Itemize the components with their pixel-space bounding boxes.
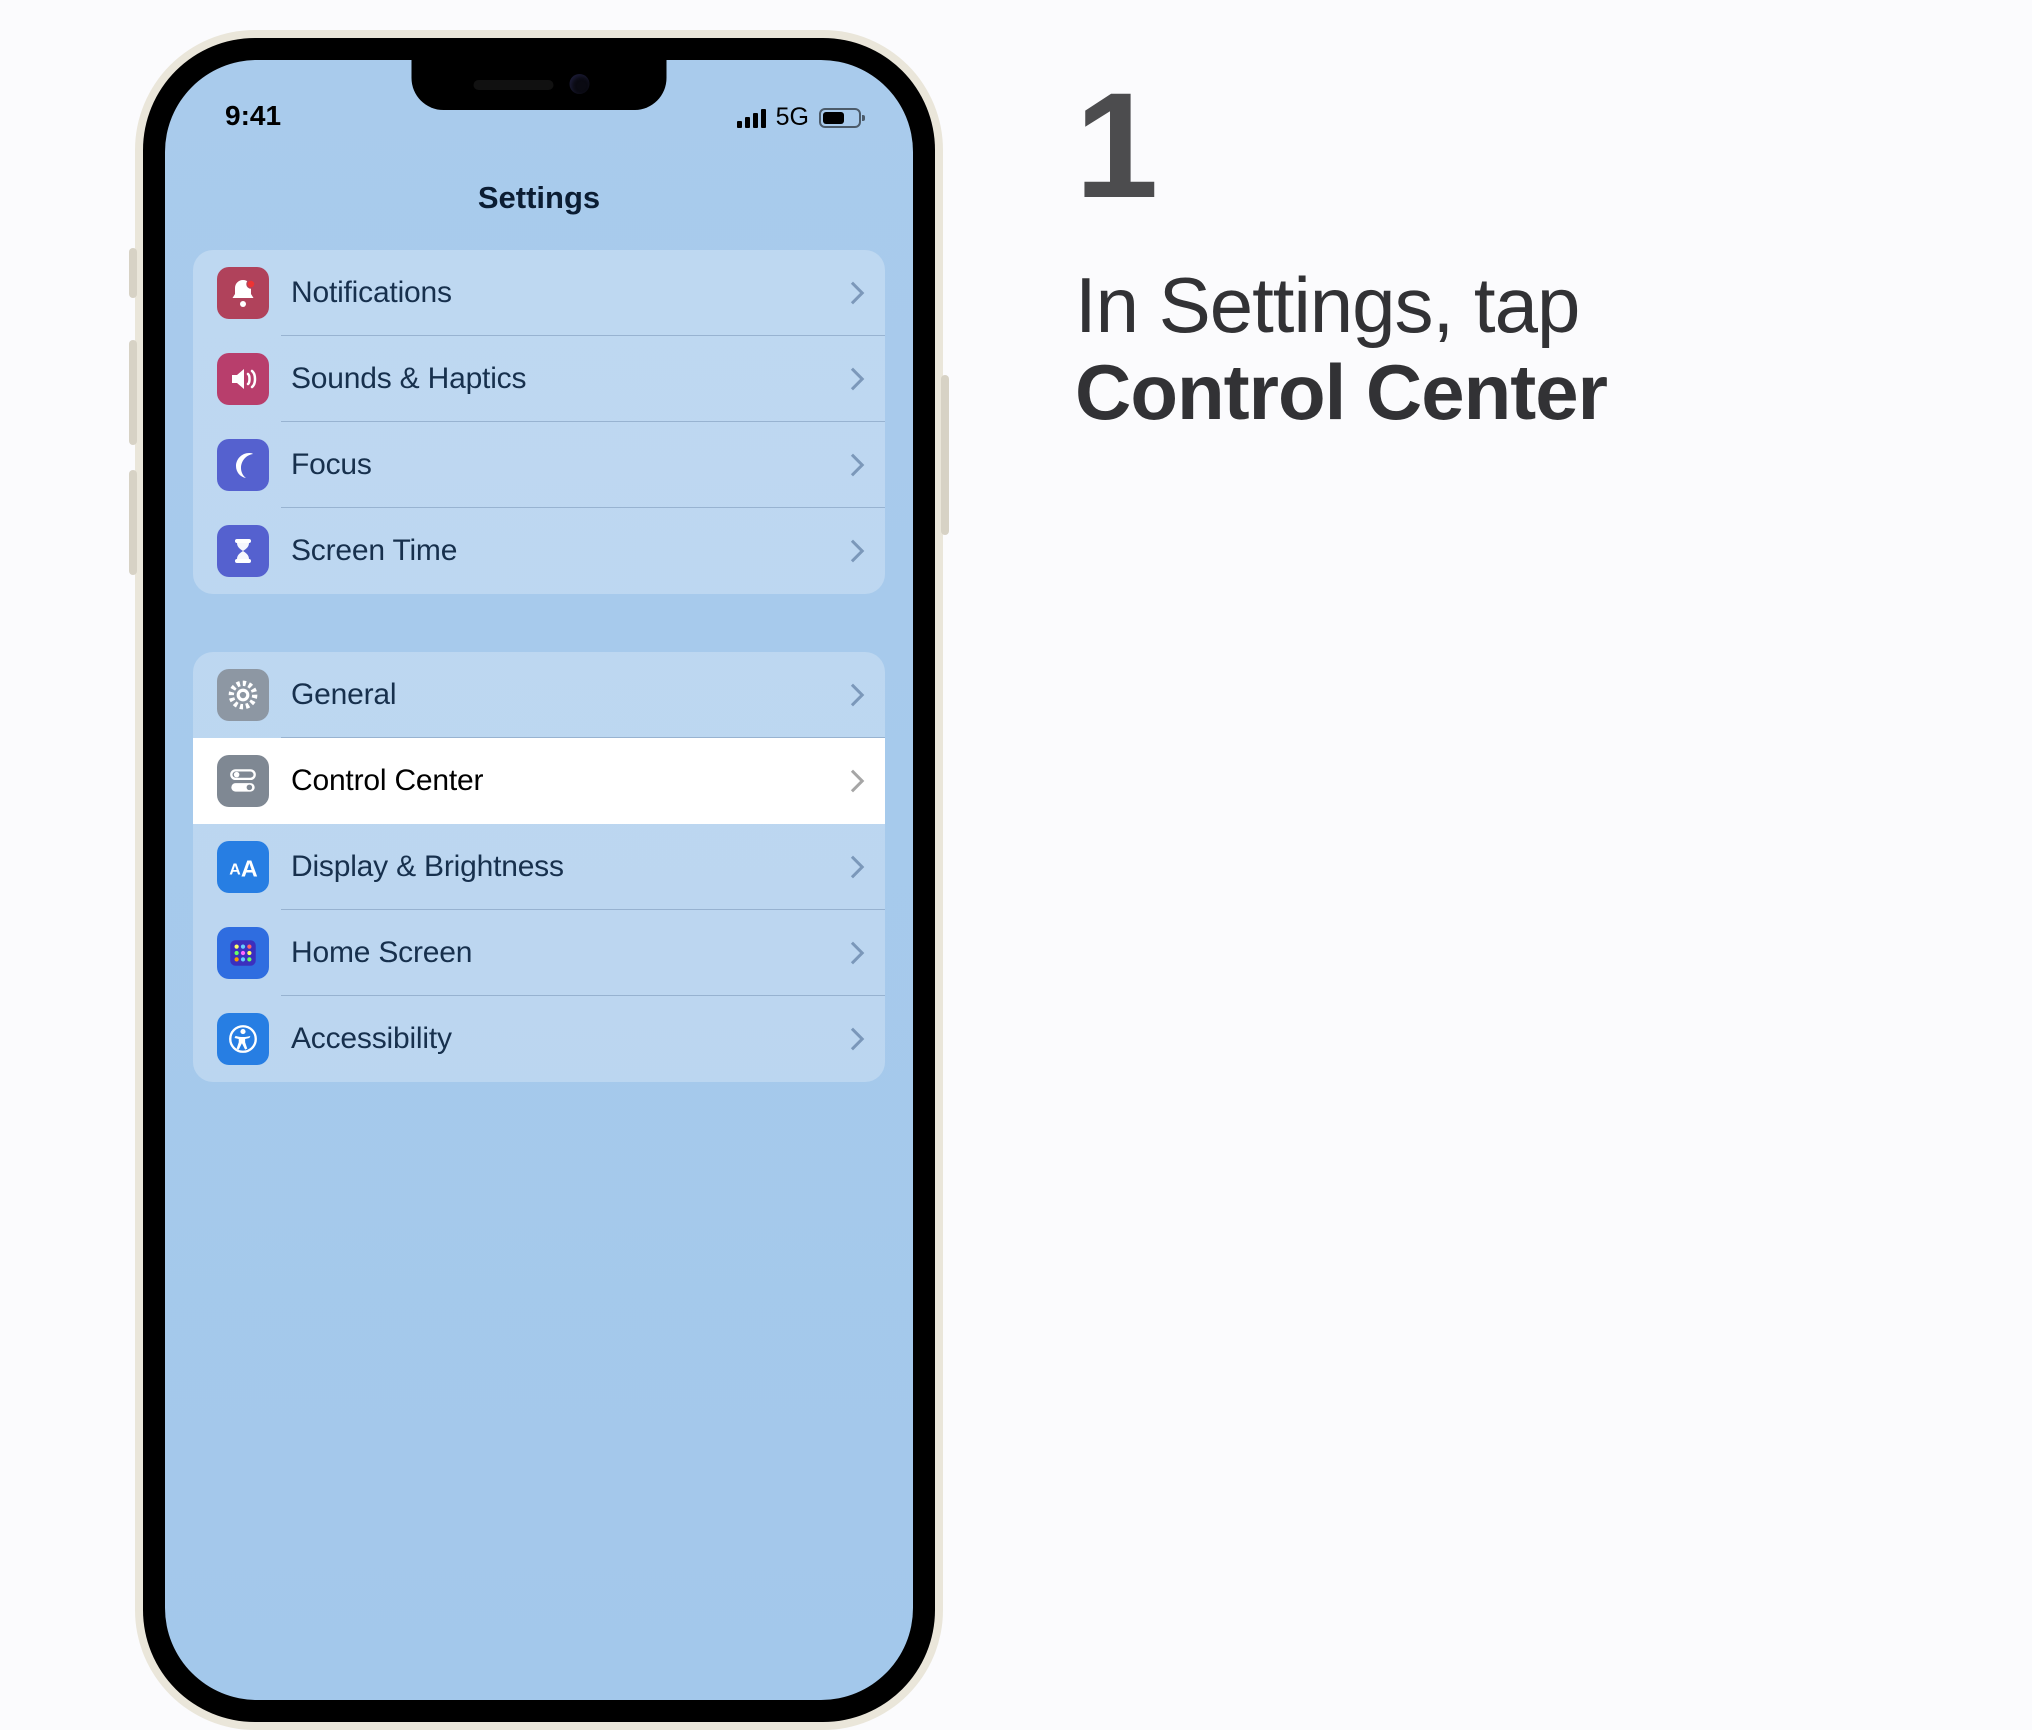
battery-icon [819,108,861,128]
iphone-device-frame: 9:41 5G Settings [135,30,943,1730]
mute-switch[interactable] [129,248,137,298]
settings-group-2: General Control Center [193,652,885,1082]
chevron-right-icon [842,856,865,879]
settings-row-sounds-haptics[interactable]: Sounds & Haptics [193,336,885,422]
notch [412,60,667,110]
chevron-right-icon [842,454,865,477]
settings-row-control-center[interactable]: Control Center [193,738,885,824]
side-power-button[interactable] [941,375,949,535]
hourglass-icon [217,525,269,577]
row-label: Focus [269,448,845,482]
chevron-right-icon [842,540,865,563]
chevron-right-icon [842,942,865,965]
gear-icon [217,669,269,721]
app-grid-icon [217,927,269,979]
step-number: 1 [1075,70,1955,220]
accessibility-icon [217,1013,269,1065]
svg-text:A: A [241,856,258,882]
settings-row-screen-time[interactable]: Screen Time [193,508,885,594]
iphone-screen: 9:41 5G Settings [165,60,913,1700]
row-label: Control Center [269,764,845,798]
settings-row-accessibility[interactable]: Accessibility [193,996,885,1082]
chevron-right-icon [842,282,865,305]
instruction-line-1: In Settings, tap [1075,261,1579,349]
chevron-right-icon [842,684,865,707]
svg-text:A: A [229,861,241,878]
cellular-signal-icon [737,108,766,128]
volume-down-button[interactable] [129,470,137,575]
chevron-right-icon [842,1028,865,1051]
text-size-icon: AA [217,841,269,893]
volume-up-button[interactable] [129,340,137,445]
row-label: Home Screen [269,936,845,970]
instruction-text: In Settings, tap Control Center [1075,262,1955,437]
settings-row-general[interactable]: General [193,652,885,738]
row-label: Display & Brightness [269,850,845,884]
moon-icon [217,439,269,491]
settings-row-display-brightness[interactable]: AA Display & Brightness [193,824,885,910]
chevron-right-icon [842,368,865,391]
page-title: Settings [165,180,913,216]
row-label: Screen Time [269,534,845,568]
bell-badge-icon [217,267,269,319]
instruction-line-2: Control Center [1075,348,1607,436]
row-label: Accessibility [269,1022,845,1056]
chevron-right-icon [842,770,865,793]
settings-row-focus[interactable]: Focus [193,422,885,508]
settings-group-1: Notifications Sounds & Haptics [193,250,885,594]
row-label: Notifications [269,276,845,310]
row-label: General [269,678,845,712]
row-label: Sounds & Haptics [269,362,845,396]
speaker-icon [217,353,269,405]
instruction-panel: 1 In Settings, tap Control Center [1075,70,1955,437]
status-time: 9:41 [225,100,281,132]
settings-row-home-screen[interactable]: Home Screen [193,910,885,996]
settings-row-notifications[interactable]: Notifications [193,250,885,336]
network-type: 5G [776,103,809,132]
switches-icon [217,755,269,807]
